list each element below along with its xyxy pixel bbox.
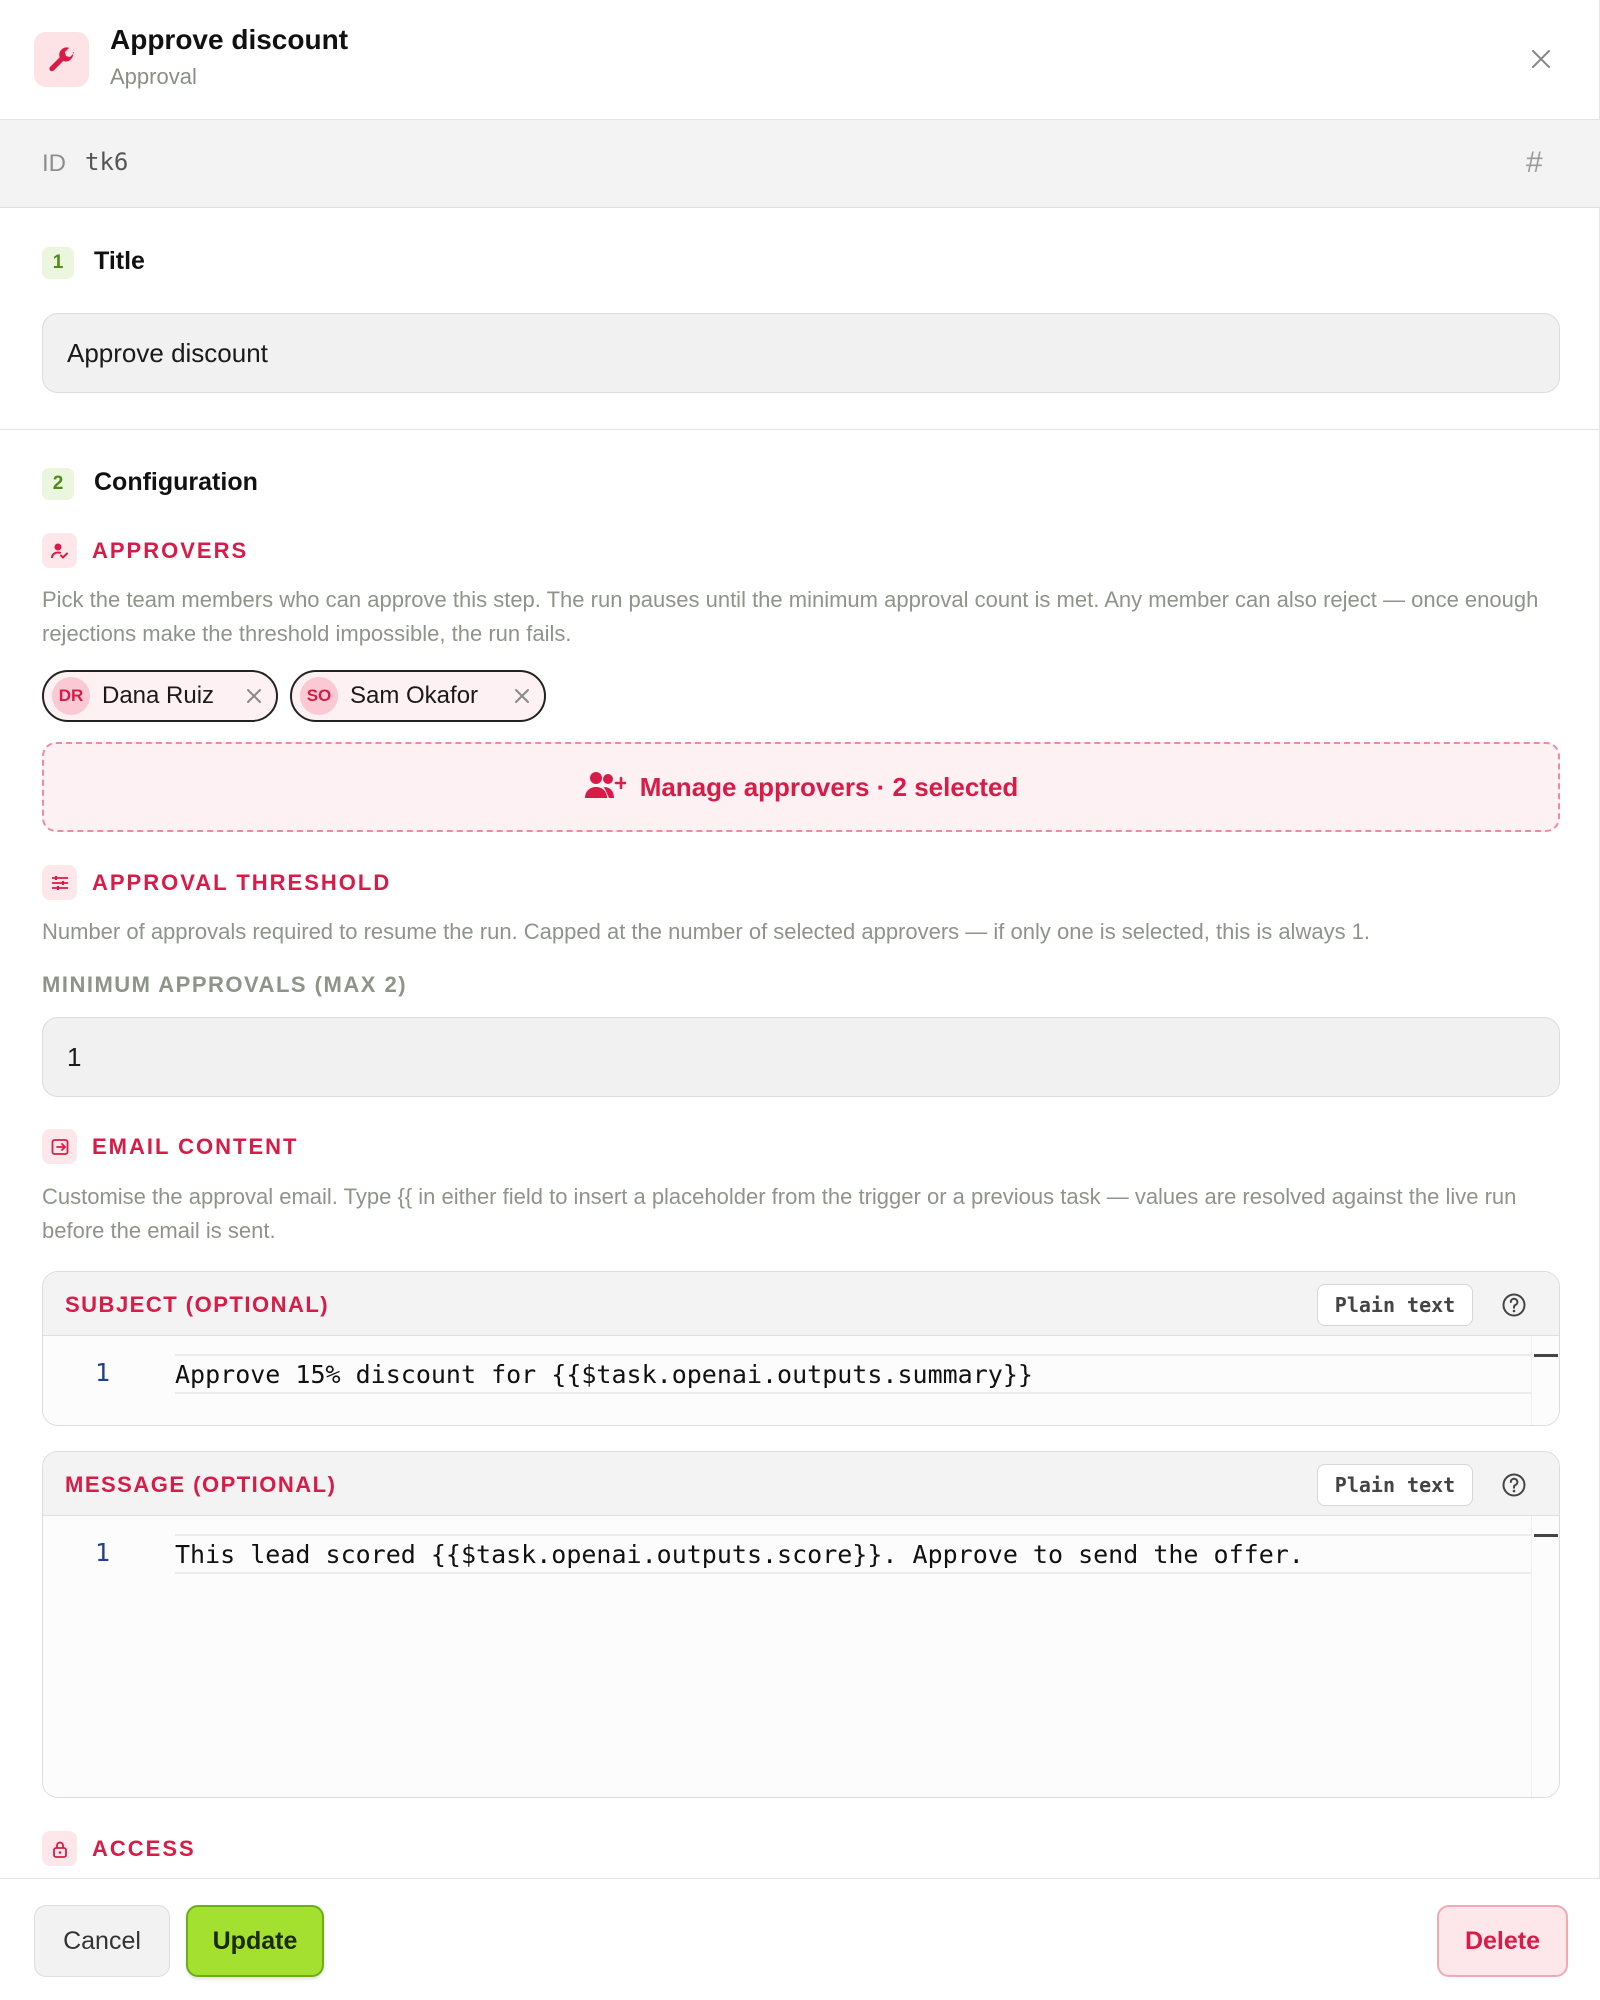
approval-threshold-heading: APPROVAL THRESHOLD — [92, 870, 392, 895]
hash-icon[interactable]: # — [1526, 146, 1543, 180]
wrench-icon — [34, 32, 89, 87]
section-title-heading: Title — [94, 247, 145, 275]
approver-chip[interactable]: DR Dana Ruiz — [42, 670, 278, 722]
user-plus-icon — [584, 770, 627, 805]
minimum-approvals-input[interactable]: 1 — [42, 1017, 1560, 1097]
line-gutter: 1 — [43, 1516, 153, 1797]
panel-title: Approve discount — [110, 24, 349, 55]
manage-approvers-label: Manage approvers · 2 selected — [639, 771, 1019, 802]
manage-approvers-button[interactable]: Manage approvers · 2 selected — [42, 742, 1560, 832]
message-label: MESSAGE (OPTIONAL) — [65, 1472, 337, 1497]
line-number: 1 — [95, 1358, 111, 1387]
line-number: 1 — [95, 1538, 111, 1567]
email-icon — [42, 1129, 77, 1164]
approver-name: Sam Okafor — [350, 682, 479, 709]
remove-icon[interactable] — [512, 686, 532, 706]
line-gutter: 1 — [43, 1336, 153, 1425]
remove-icon[interactable] — [244, 686, 264, 706]
plain-text-toggle[interactable]: Plain text — [1317, 1464, 1473, 1506]
subject-editor[interactable]: SUBJECT (OPTIONAL) Plain text 1 Approve … — [42, 1271, 1560, 1426]
minimum-approvals-label: MINIMUM APPROVALS (MAX 2) — [42, 972, 408, 997]
user-check-icon — [42, 533, 77, 568]
id-bar: ID tk6 # — [0, 120, 1600, 208]
message-editor-body[interactable]: 1 This lead scored {{$task.openai.output… — [43, 1516, 1559, 1797]
approvers-description: Pick the team members who can approve th… — [42, 587, 1539, 646]
plain-text-toggle[interactable]: Plain text — [1317, 1284, 1473, 1326]
subject-editor-body[interactable]: 1 Approve 15% discount for {{$task.opena… — [43, 1336, 1559, 1425]
approvers-heading: APPROVERS — [92, 538, 249, 563]
access-heading: ACCESS — [92, 1836, 196, 1861]
delete-button[interactable]: Delete — [1437, 1905, 1568, 1977]
approver-name: Dana Ruiz — [102, 682, 215, 709]
panel-header: Approve discount Approval — [0, 0, 1600, 120]
subject-editor-toolbar: SUBJECT (OPTIONAL) Plain text — [43, 1272, 1559, 1336]
email-content-heading: EMAIL CONTENT — [92, 1134, 299, 1159]
threshold-description: Number of approvals required to resume t… — [42, 919, 1371, 944]
title-input[interactable]: Approve discount — [42, 313, 1560, 393]
subject-label: SUBJECT (OPTIONAL) — [65, 1292, 330, 1317]
email-description: Customise the approval email. Type {{ in… — [42, 1184, 1517, 1243]
section-configuration-heading: Configuration — [94, 468, 258, 496]
task-panel: Approve discount Approval ID tk6 # 1 Tit… — [0, 0, 1600, 2000]
scrollbar[interactable] — [1531, 1336, 1559, 1425]
scrollbar[interactable] — [1531, 1516, 1559, 1797]
step-number-2: 2 — [42, 468, 74, 500]
approver-chip[interactable]: SO Sam Okafor — [290, 670, 546, 722]
help-icon[interactable] — [1501, 1472, 1527, 1498]
message-code-line[interactable]: This lead scored {{$task.openai.outputs.… — [175, 1534, 1559, 1574]
avatar: SO — [300, 677, 338, 715]
message-editor[interactable]: MESSAGE (OPTIONAL) Plain text 1 This lea… — [42, 1451, 1560, 1798]
message-editor-toolbar: MESSAGE (OPTIONAL) Plain text — [43, 1452, 1559, 1516]
subject-code-line[interactable]: Approve 15% discount for {{$task.openai.… — [175, 1354, 1559, 1394]
panel-subtitle: Approval — [110, 64, 197, 89]
panel-footer: Cancel Update Delete — [0, 1878, 1600, 2000]
cancel-button[interactable]: Cancel — [34, 1905, 170, 1977]
close-icon[interactable] — [1526, 44, 1556, 74]
avatar: DR — [52, 677, 90, 715]
help-icon[interactable] — [1501, 1292, 1527, 1318]
lock-icon — [42, 1831, 77, 1866]
section-divider — [0, 429, 1600, 430]
id-label: ID — [42, 150, 66, 177]
step-number-1: 1 — [42, 247, 74, 279]
update-button[interactable]: Update — [186, 1905, 324, 1977]
id-value: tk6 — [85, 148, 129, 176]
sliders-icon — [42, 865, 77, 900]
